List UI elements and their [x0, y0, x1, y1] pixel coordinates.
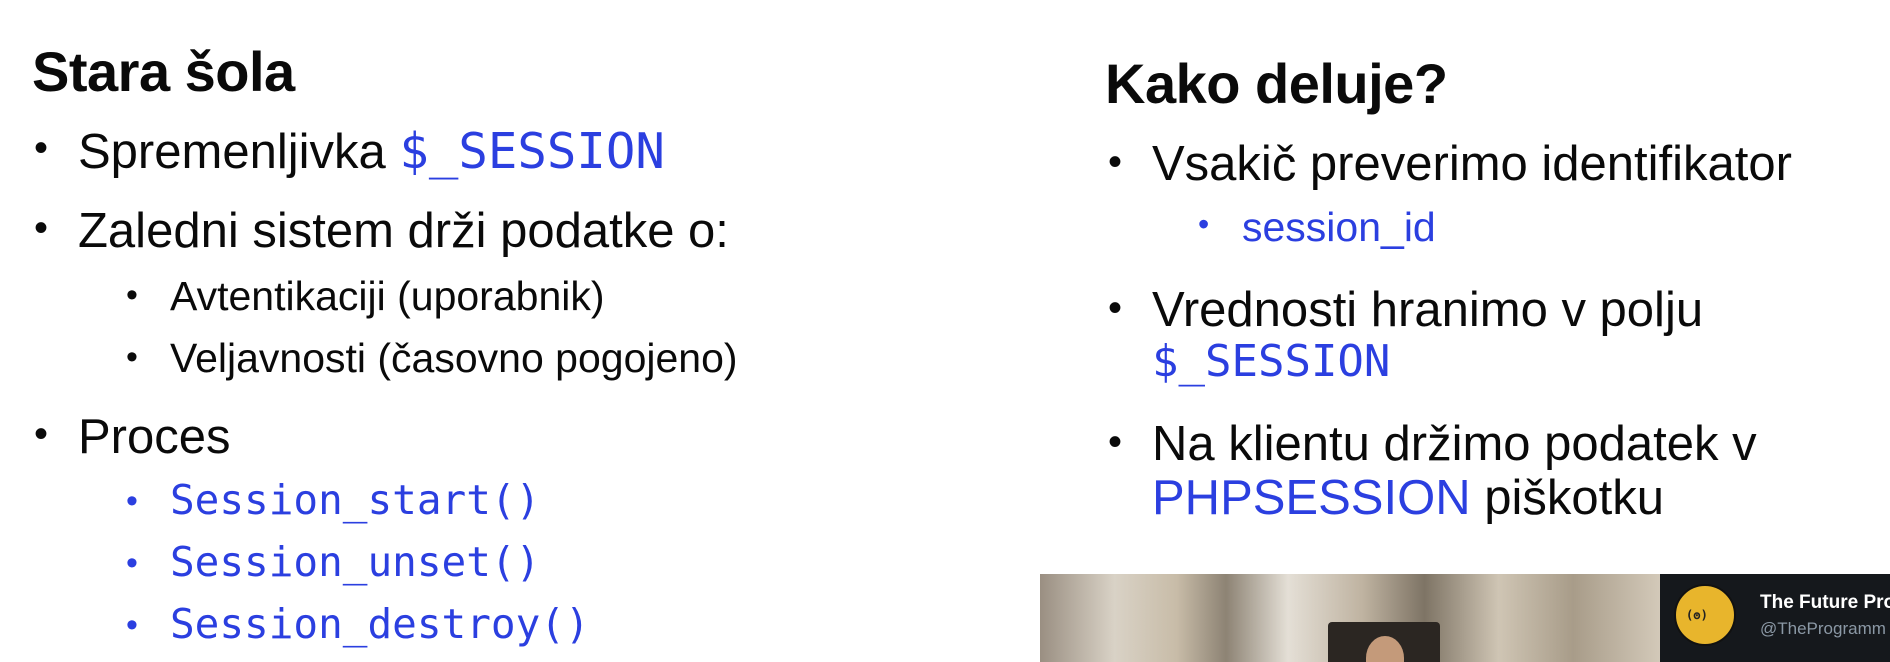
- bullet-dot: •: [1108, 140, 1123, 184]
- street-photo: [1040, 574, 1660, 662]
- left-item-2-sub-1: Avtentikaciji (uporabnik): [170, 273, 605, 319]
- person-figure: [1328, 622, 1440, 662]
- sub-bullet-dot: •: [1198, 206, 1210, 242]
- bullet-dot: •: [1108, 286, 1123, 330]
- left-item-2: Zaledni sistem drži podatke o:: [78, 204, 729, 258]
- right-item-3-line-1: Na klientu držimo podatek v: [1152, 417, 1757, 471]
- bullet-dot: •: [34, 126, 49, 170]
- slide: Stara šola • Spremenljivka $_SESSION • Z…: [0, 0, 1890, 662]
- right-item-1-sub-1: session_id: [1242, 204, 1436, 250]
- person-face: [1366, 636, 1404, 662]
- right-title: Kako deluje?: [1105, 52, 1448, 115]
- right-item-3-rest: piškotku: [1470, 471, 1664, 525]
- right-item-1: Vsakič preverimo identifikator: [1152, 137, 1792, 191]
- right-item-2-code: $_SESSION: [1152, 336, 1391, 387]
- left-item-1: Spremenljivka $_SESSION: [78, 127, 665, 177]
- bullet-dot: •: [1108, 420, 1123, 464]
- left-item-3: Proces: [78, 410, 231, 464]
- sub-bullet-dot: •: [126, 276, 138, 314]
- bullet-dot: •: [34, 206, 49, 250]
- left-item-1-text: Spremenljivka: [78, 125, 400, 179]
- tweet-author-handle: @TheProgramm: [1760, 619, 1886, 638]
- tweet-header: (ꙩ) The Future Pro @TheProgramm: [1660, 574, 1890, 662]
- left-item-2-sub-2: Veljavnosti (časovno pogojeno): [170, 335, 738, 381]
- phpsession-highlight: PHPSESSION: [1152, 471, 1471, 525]
- avatar-glyph: (ꙩ): [1686, 608, 1708, 622]
- sub-bullet-dot: •: [126, 544, 138, 582]
- left-item-3-code-3: Session_destroy(): [170, 600, 590, 648]
- left-title: Stara šola: [32, 40, 295, 103]
- sub-bullet-dot: •: [126, 606, 138, 644]
- left-item-1-code: $_SESSION: [399, 123, 665, 180]
- avatar: (ꙩ): [1674, 584, 1736, 646]
- sub-bullet-dot: •: [126, 482, 138, 520]
- left-item-3-code-1: Session_start(): [170, 476, 541, 524]
- right-item-3-line-2: PHPSESSION piškotku: [1152, 474, 1664, 523]
- tweet-author-name: The Future Pro: [1760, 592, 1890, 613]
- left-item-3-code-2: Session_unset(): [170, 538, 541, 586]
- meme-image: (ꙩ) The Future Pro @TheProgramm: [1040, 574, 1890, 662]
- right-item-2: Vrednosti hranimo v polju: [1152, 283, 1704, 337]
- bullet-dot: •: [34, 412, 49, 456]
- sub-bullet-dot: •: [126, 338, 138, 376]
